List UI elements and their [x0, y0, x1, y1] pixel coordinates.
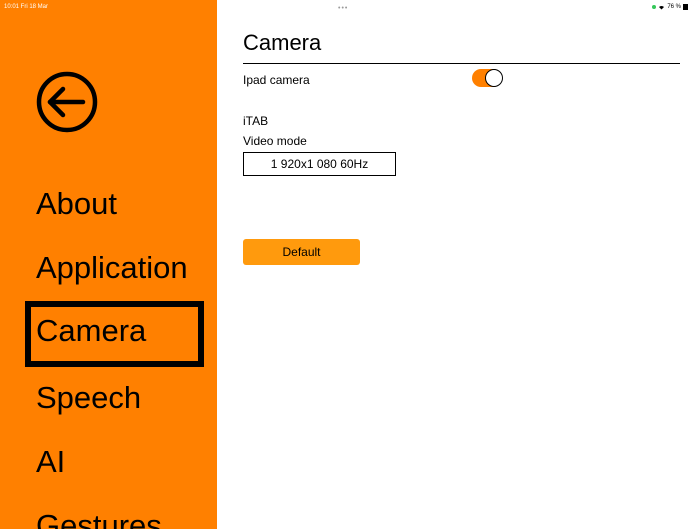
video-mode-select[interactable]: 1 920x1 080 60Hz	[243, 152, 396, 176]
ipad-camera-label: Ipad camera	[243, 73, 310, 87]
sidebar-item-about[interactable]: About	[36, 188, 117, 219]
sidebar-item-application[interactable]: Application	[36, 252, 188, 283]
title-divider	[243, 63, 680, 64]
ipad-camera-toggle[interactable]	[472, 69, 503, 87]
camera-in-use-icon	[652, 5, 657, 9]
video-mode-label: Video mode	[243, 134, 307, 148]
itab-section-label: iTAB	[243, 114, 269, 128]
arrow-left-circle-icon	[36, 71, 98, 133]
sidebar-item-ai[interactable]: AI	[36, 446, 65, 477]
sidebar-item-gestures[interactable]: Gestures	[36, 510, 162, 529]
multitasking-dots[interactable]: •••	[338, 5, 348, 12]
battery-icon	[683, 4, 688, 10]
sidebar-item-speech[interactable]: Speech	[36, 382, 141, 413]
battery-percent: 76 %	[667, 4, 681, 10]
back-button[interactable]	[36, 71, 98, 133]
status-time: 10:01 Fri 18 Mar	[4, 4, 49, 10]
wifi-icon	[659, 5, 665, 10]
sidebar-item-camera[interactable]: Camera	[36, 315, 146, 346]
page-title: Camera	[243, 30, 322, 55]
settings-screen: About Application Camera Speech AI Gestu…	[0, 0, 690, 529]
sidebar: About Application Camera Speech AI Gestu…	[0, 0, 217, 529]
default-button[interactable]: Default	[243, 239, 360, 265]
status-indicators: 76 %	[652, 4, 688, 10]
toggle-knob	[485, 69, 503, 87]
